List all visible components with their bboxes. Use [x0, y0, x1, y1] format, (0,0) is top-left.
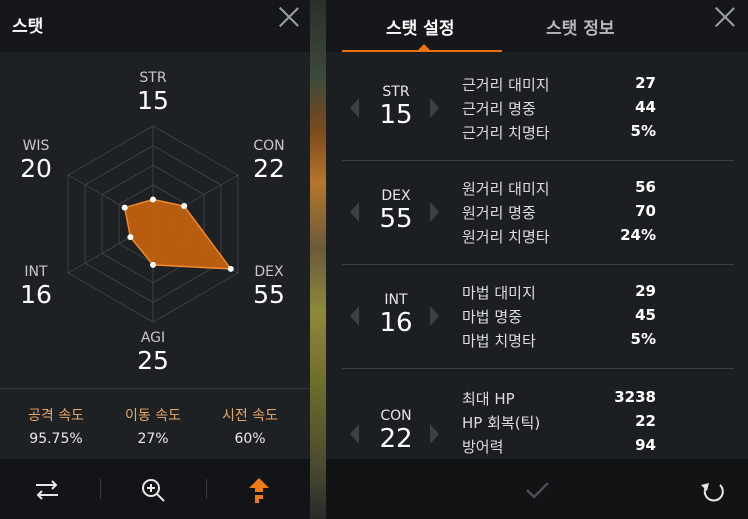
detail-value: 22 [635, 412, 656, 430]
panel-title: 스탯 [12, 17, 44, 37]
right-footer [326, 459, 748, 519]
swap-icon[interactable] [30, 473, 64, 507]
detail-label: 근거리 치명타 [462, 124, 550, 142]
cast-speed-label: 시전 속도 [222, 408, 278, 424]
left-footer [0, 459, 310, 519]
decrease-arrow-icon[interactable] [350, 98, 359, 118]
move-speed: 이동 속도 27% [103, 405, 203, 447]
detail-value: 45 [635, 306, 656, 324]
detail-label: 방어력 [462, 438, 504, 456]
detail-value: 5% [630, 330, 656, 348]
stat-block-value: 22 [379, 424, 413, 454]
detail-value: 3238 [614, 388, 656, 406]
decrease-arrow-icon[interactable] [350, 424, 359, 444]
close-icon[interactable] [278, 6, 300, 28]
radar-point-con [181, 203, 188, 210]
radar-label-str: STR [139, 70, 167, 86]
radar-value-con: 22 [253, 154, 285, 183]
stat-block-con: CON 22 최대 HP 3238 HP 회복(틱) 22 방어력 94 [342, 370, 734, 458]
stat-block-name: DEX [381, 188, 411, 204]
radar-point-dex [227, 265, 234, 272]
detail-label: 마법 치명타 [462, 332, 536, 350]
radar-point-str [150, 196, 156, 203]
stat-detail-panel: 스탯 설정 스탯 정보 STR 15 근거리 대미지 27 근거리 명중 44 … [326, 0, 748, 519]
tab-stat-info[interactable]: 스탯 정보 [546, 14, 614, 39]
tab-bar: 스탯 설정 스탯 정보 [326, 0, 748, 52]
footer-divider [100, 479, 101, 499]
radar-label-con: CON [253, 138, 285, 154]
increase-arrow-icon[interactable] [430, 306, 439, 326]
radar-label-int: INT [24, 264, 48, 280]
detail-label: 원거리 명중 [462, 204, 536, 222]
stat-radar-panel: 스탯 STR 15 CON 22 DEX 55 AGI 25 INT 16 WI… [0, 0, 310, 519]
detail-label: 마법 명중 [462, 308, 522, 326]
radar-value-str: 15 [137, 86, 169, 115]
stat-block-name: STR [382, 84, 410, 100]
radar-point-agi [150, 261, 156, 268]
radar-value-int: 16 [20, 280, 52, 309]
left-header [0, 0, 310, 52]
move-speed-label: 이동 속도 [125, 408, 181, 424]
speed-stats: 공격 속도 95.75% 이동 속도 27% 시전 속도 60% [0, 388, 310, 459]
detail-value: 44 [635, 98, 656, 116]
detail-value: 94 [635, 436, 656, 454]
detail-value: 5% [630, 122, 656, 140]
increase-arrow-icon[interactable] [430, 98, 439, 118]
close-icon[interactable] [714, 6, 736, 28]
reset-icon[interactable] [696, 473, 730, 507]
detail-label: 마법 대미지 [462, 284, 536, 302]
decrease-arrow-icon[interactable] [350, 306, 359, 326]
radar-stat-shape [123, 198, 233, 270]
detail-label: 근거리 명중 [462, 100, 536, 118]
stat-block-str: STR 15 근거리 대미지 27 근거리 명중 44 근거리 치명타 5% [342, 58, 734, 161]
level-up-icon[interactable] [242, 473, 276, 507]
stat-block-name: CON [380, 408, 412, 424]
radar-value-agi: 25 [137, 346, 169, 375]
detail-value: 29 [635, 282, 656, 300]
footer-divider [206, 479, 207, 499]
detail-label: 최대 HP [462, 390, 515, 408]
stat-block-dex: DEX 55 원거리 대미지 56 원거리 명중 70 원거리 치명타 24% [342, 162, 734, 265]
cast-speed-value: 60% [234, 431, 266, 447]
stat-block-value: 15 [379, 100, 413, 130]
stat-block-value: 16 [379, 308, 413, 338]
attack-speed-label: 공격 속도 [28, 408, 84, 424]
radar-point-wis [121, 204, 128, 211]
stat-block-name: INT [384, 292, 408, 308]
tab-stat-settings[interactable]: 스탯 설정 [386, 14, 454, 39]
cast-speed: 시전 속도 60% [200, 405, 300, 447]
attack-speed: 공격 속도 95.75% [6, 405, 106, 447]
detail-value: 27 [635, 74, 656, 92]
radar-label-dex: DEX [254, 264, 284, 280]
detail-value: 56 [635, 178, 656, 196]
detail-label: 원거리 치명타 [462, 228, 550, 246]
increase-arrow-icon[interactable] [430, 424, 439, 444]
stat-block-int: INT 16 마법 대미지 29 마법 명중 45 마법 치명타 5% [342, 266, 734, 369]
radar-value-dex: 55 [253, 280, 285, 309]
radar-label-agi: AGI [140, 330, 166, 346]
decrease-arrow-icon[interactable] [350, 202, 359, 222]
confirm-icon[interactable] [520, 473, 554, 507]
detail-value: 70 [635, 202, 656, 220]
zoom-in-icon[interactable] [136, 473, 170, 507]
attack-speed-value: 95.75% [29, 431, 83, 447]
detail-label: HP 회복(틱) [462, 414, 541, 432]
radar-point-int [127, 234, 134, 241]
detail-label: 원거리 대미지 [462, 180, 550, 198]
active-tab-marker [418, 44, 430, 50]
active-tab-underline [342, 50, 502, 52]
stat-block-value: 55 [379, 204, 413, 234]
radar-value-wis: 20 [20, 154, 52, 183]
increase-arrow-icon[interactable] [430, 202, 439, 222]
detail-value: 24% [620, 226, 656, 244]
move-speed-value: 27% [137, 431, 169, 447]
radar-label-wis: WIS [22, 138, 50, 154]
detail-label: 근거리 대미지 [462, 76, 550, 94]
